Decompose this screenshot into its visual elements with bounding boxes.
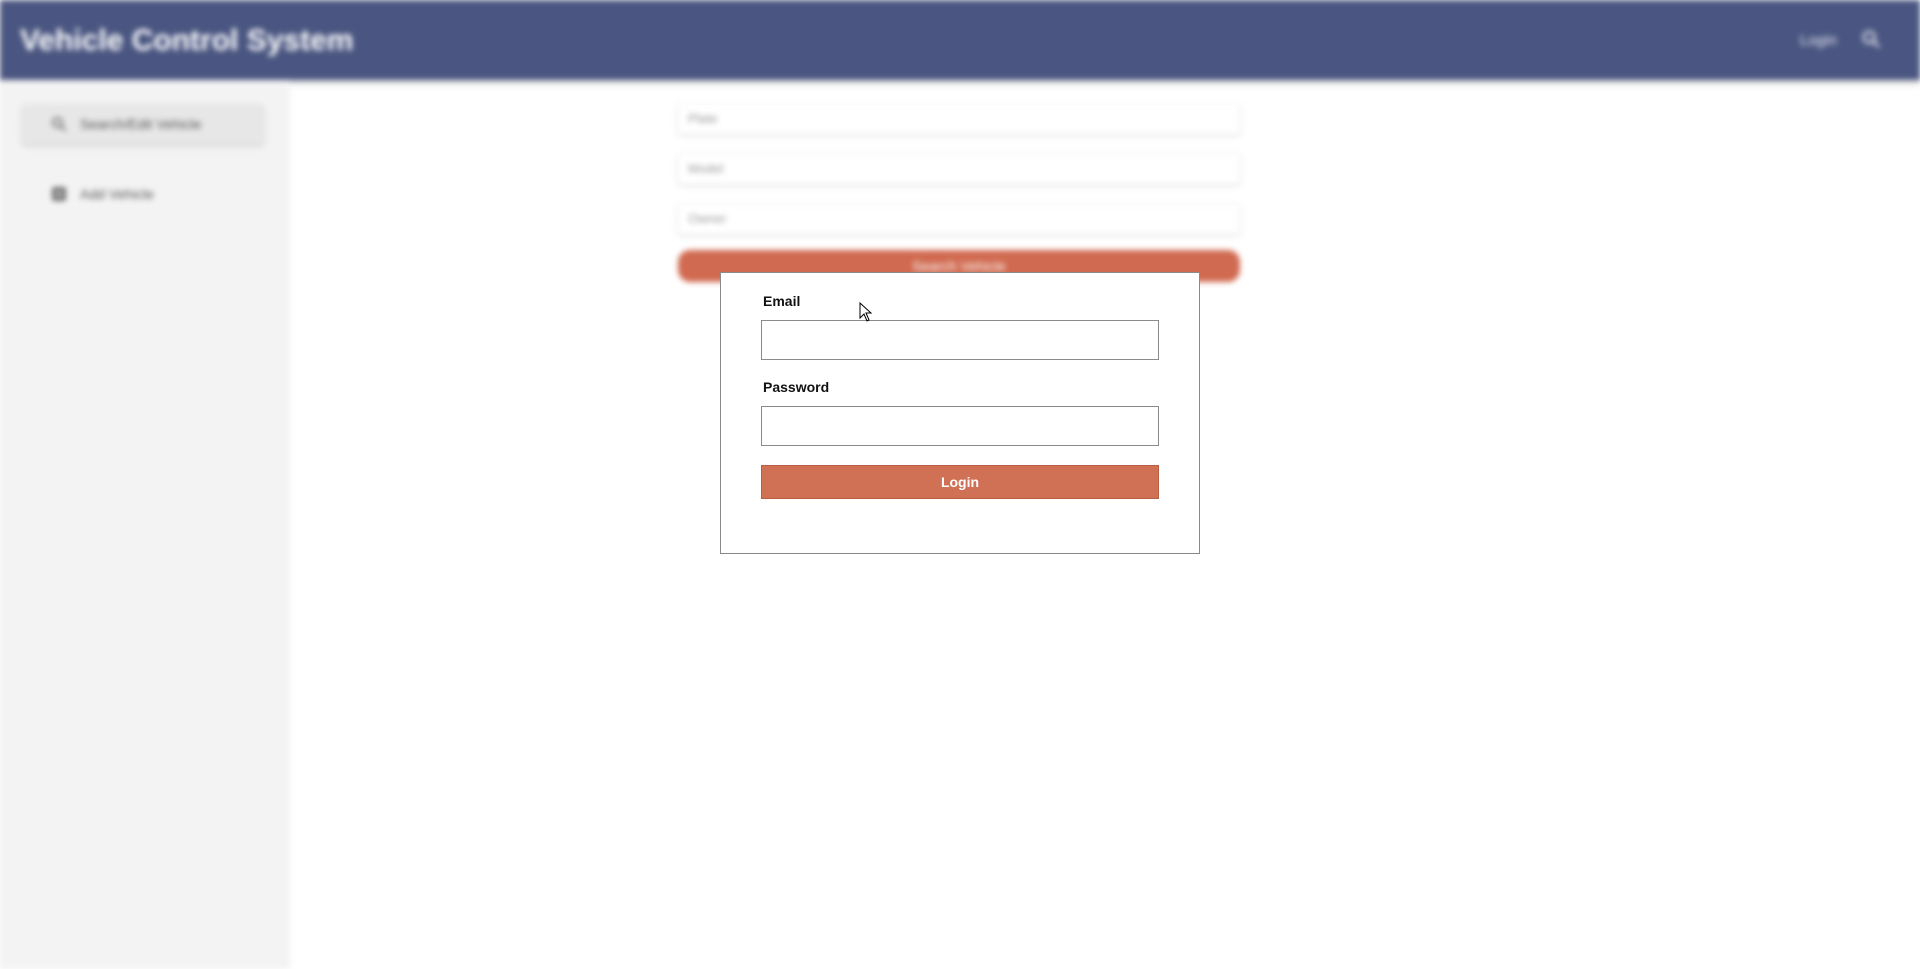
sidebar: Search/Edit Vehicle Add Vehicle	[0, 80, 290, 969]
password-field[interactable]	[761, 406, 1159, 446]
sidebar-item-label: Add Vehicle	[80, 186, 154, 202]
app-title: Vehicle Control System	[20, 24, 354, 57]
search-icon	[52, 117, 67, 132]
search-icon[interactable]	[1860, 28, 1882, 50]
email-label: Email	[763, 293, 801, 309]
sidebar-item-add-vehicle[interactable]: Add Vehicle	[22, 174, 264, 214]
sidebar-item-search-edit-vehicle[interactable]: Search/Edit Vehicle	[22, 104, 264, 144]
mouse-cursor-icon	[859, 302, 873, 322]
email-field[interactable]	[761, 320, 1159, 360]
model-field[interactable]: Model	[678, 154, 1240, 184]
owner-field[interactable]: Owner	[678, 204, 1240, 234]
plate-field[interactable]: Plate	[678, 104, 1240, 134]
top-app-bar: Vehicle Control System Login	[0, 0, 1920, 80]
sidebar-item-label: Search/Edit Vehicle	[80, 116, 202, 132]
login-button[interactable]: Login	[761, 465, 1159, 499]
add-box-icon	[52, 187, 66, 201]
password-label: Password	[763, 379, 830, 395]
login-modal: Email Password Login	[720, 272, 1200, 554]
header-login-link[interactable]: Login	[1800, 32, 1837, 49]
